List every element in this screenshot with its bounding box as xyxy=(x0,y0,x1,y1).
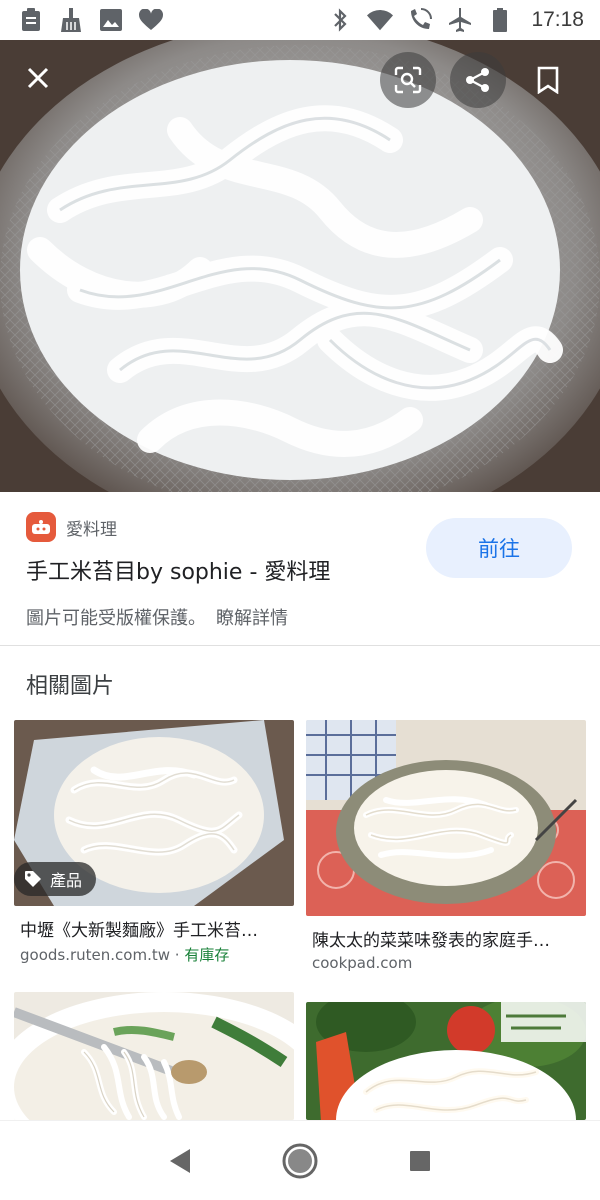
noodle-photo xyxy=(0,40,600,492)
broom-icon xyxy=(58,7,84,33)
status-time: 17:18 xyxy=(531,8,584,31)
related-images-heading: 相關圖片 xyxy=(26,674,115,699)
site-logo-icon xyxy=(26,512,56,542)
status-bar: 17:18 xyxy=(0,0,600,40)
related-thumb-3 xyxy=(14,992,294,1120)
recents-button[interactable] xyxy=(396,1137,444,1185)
status-right-icons: 17:18 xyxy=(327,7,584,33)
hero-image[interactable] xyxy=(0,40,600,492)
related-caption-2: 陳太太的菜菜味發表的家庭手… xyxy=(312,931,550,951)
related-source-domain-1: goods.ruten.com.tw xyxy=(20,946,170,964)
copyright-row: 圖片可能受版權保護。 瞭解詳情 xyxy=(26,604,288,630)
wifi-call-icon xyxy=(407,7,433,33)
product-badge-label: 產品 xyxy=(50,871,83,890)
image-icon xyxy=(98,7,124,33)
bluetooth-icon xyxy=(327,7,353,33)
lens-button[interactable] xyxy=(380,52,436,108)
page-title[interactable]: 手工米苔目by sophie - 愛料理 xyxy=(26,554,330,586)
close-button[interactable] xyxy=(10,50,66,106)
product-badge: 產品 xyxy=(14,862,97,896)
bookmark-button[interactable] xyxy=(520,52,576,108)
in-stock-label: 有庫存 xyxy=(184,946,230,964)
heart-icon xyxy=(138,7,164,33)
clipboard-icon xyxy=(18,7,44,33)
site-row[interactable]: 愛料理 xyxy=(26,512,117,542)
learn-more-link[interactable]: 瞭解詳情 xyxy=(216,604,288,630)
related-card-4[interactable] xyxy=(306,1002,586,1120)
close-icon xyxy=(27,67,49,89)
recents-icon xyxy=(410,1150,430,1171)
share-icon xyxy=(466,68,489,92)
site-name: 愛料理 xyxy=(66,519,117,540)
related-thumb-2 xyxy=(306,720,586,916)
navigation-bar xyxy=(0,1120,600,1200)
related-card-3[interactable] xyxy=(14,992,294,1120)
bookmark-icon xyxy=(537,66,559,94)
lens-icon xyxy=(394,66,422,94)
related-source-separator-1: · xyxy=(170,946,185,964)
visit-button[interactable]: 前往 xyxy=(426,518,572,578)
related-source-1: goods.ruten.com.tw · 有庫存 xyxy=(20,944,229,965)
wifi-icon xyxy=(367,7,394,33)
source-card: 愛料理 手工米苔目by sophie - 愛料理 前往 圖片可能受版權保護。 瞭… xyxy=(0,492,600,646)
status-left-icons xyxy=(18,7,164,33)
copyright-text: 圖片可能受版權保護。 xyxy=(26,608,206,629)
home-button[interactable] xyxy=(276,1137,324,1185)
related-thumb-4 xyxy=(306,1002,586,1120)
related-card-1[interactable]: 中壢《大新製麵廠》手工米苔… goods.ruten.com.tw · 有庫存 xyxy=(14,720,294,970)
related-caption-1: 中壢《大新製麵廠》手工米苔… xyxy=(20,921,258,941)
home-icon xyxy=(282,1143,318,1178)
battery-icon xyxy=(487,7,513,33)
tag-icon xyxy=(25,871,41,887)
back-icon xyxy=(170,1148,190,1173)
share-button[interactable] xyxy=(450,52,506,108)
back-button[interactable] xyxy=(156,1137,204,1185)
related-card-2[interactable]: 陳太太的菜菜味發表的家庭手… cookpad.com xyxy=(306,720,586,980)
related-source-2: cookpad.com xyxy=(312,954,413,972)
airplane-icon xyxy=(447,7,473,33)
